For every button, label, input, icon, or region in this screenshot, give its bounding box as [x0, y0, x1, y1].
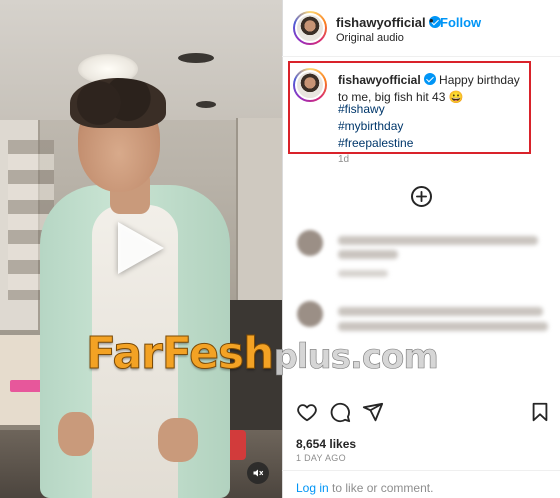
watermark-main: FarFesh [86, 328, 275, 380]
comment-avatar[interactable] [297, 301, 323, 327]
play-icon[interactable] [118, 222, 164, 274]
hashtag-link[interactable]: #freepalestine [338, 135, 413, 152]
header-divider [282, 56, 560, 57]
load-more-comments-button[interactable] [411, 186, 432, 207]
follow-button[interactable]: Follow [440, 15, 481, 30]
site-watermark: FarFeshplus.com [86, 328, 440, 380]
login-link[interactable]: Log in [296, 481, 329, 495]
caption-age[interactable]: 1d [338, 154, 349, 165]
mute-button[interactable] [247, 462, 269, 484]
blurred-comment-line [338, 236, 538, 245]
person-hair [70, 78, 166, 128]
person-left-hand [58, 412, 94, 456]
hashtag-link[interactable]: #mybirthday [338, 118, 413, 135]
footer-divider [282, 470, 560, 471]
post-age[interactable]: 1 DAY AGO [296, 453, 346, 463]
paper-plane-icon[interactable] [362, 401, 384, 423]
person-right-hand [158, 418, 198, 462]
blurred-comment-line [338, 250, 398, 259]
video-player[interactable] [0, 0, 282, 498]
bookmark-icon[interactable] [529, 401, 551, 423]
plus-circle-icon [416, 191, 427, 202]
login-prompt: Log in to like or comment. [296, 481, 433, 495]
video-cabinet-right [236, 118, 282, 318]
blurred-comment-line [338, 307, 543, 316]
speaker-muted-icon [253, 469, 264, 477]
verified-badge-icon [423, 73, 436, 85]
comment-avatar[interactable] [297, 230, 323, 256]
heart-icon[interactable] [296, 401, 318, 423]
caption-hashtags: #fishawy #mybirthday #freepalestine [338, 101, 413, 152]
header-username-text[interactable]: fishawyofficial [336, 15, 426, 30]
like-count[interactable]: 8,654 likes [296, 437, 356, 451]
ceiling-vent [178, 53, 214, 63]
caption-username[interactable]: fishawyofficial [338, 73, 421, 87]
blurred-comment-meta [338, 270, 388, 277]
header-avatar[interactable] [293, 11, 327, 45]
header-separator: • [429, 13, 434, 28]
watermark-suffix: plus.com [273, 337, 439, 378]
login-prompt-text: to like or comment. [328, 481, 434, 495]
audio-label[interactable]: Original audio [336, 32, 404, 44]
caption-avatar[interactable] [293, 68, 327, 102]
hashtag-link[interactable]: #fishawy [338, 101, 413, 118]
caption-avatar-photo [295, 70, 325, 100]
header-username[interactable]: fishawyofficial [336, 15, 441, 30]
comment-bubble-icon[interactable] [329, 401, 351, 423]
ceiling-vent [196, 101, 216, 108]
header-avatar-photo [295, 13, 325, 43]
